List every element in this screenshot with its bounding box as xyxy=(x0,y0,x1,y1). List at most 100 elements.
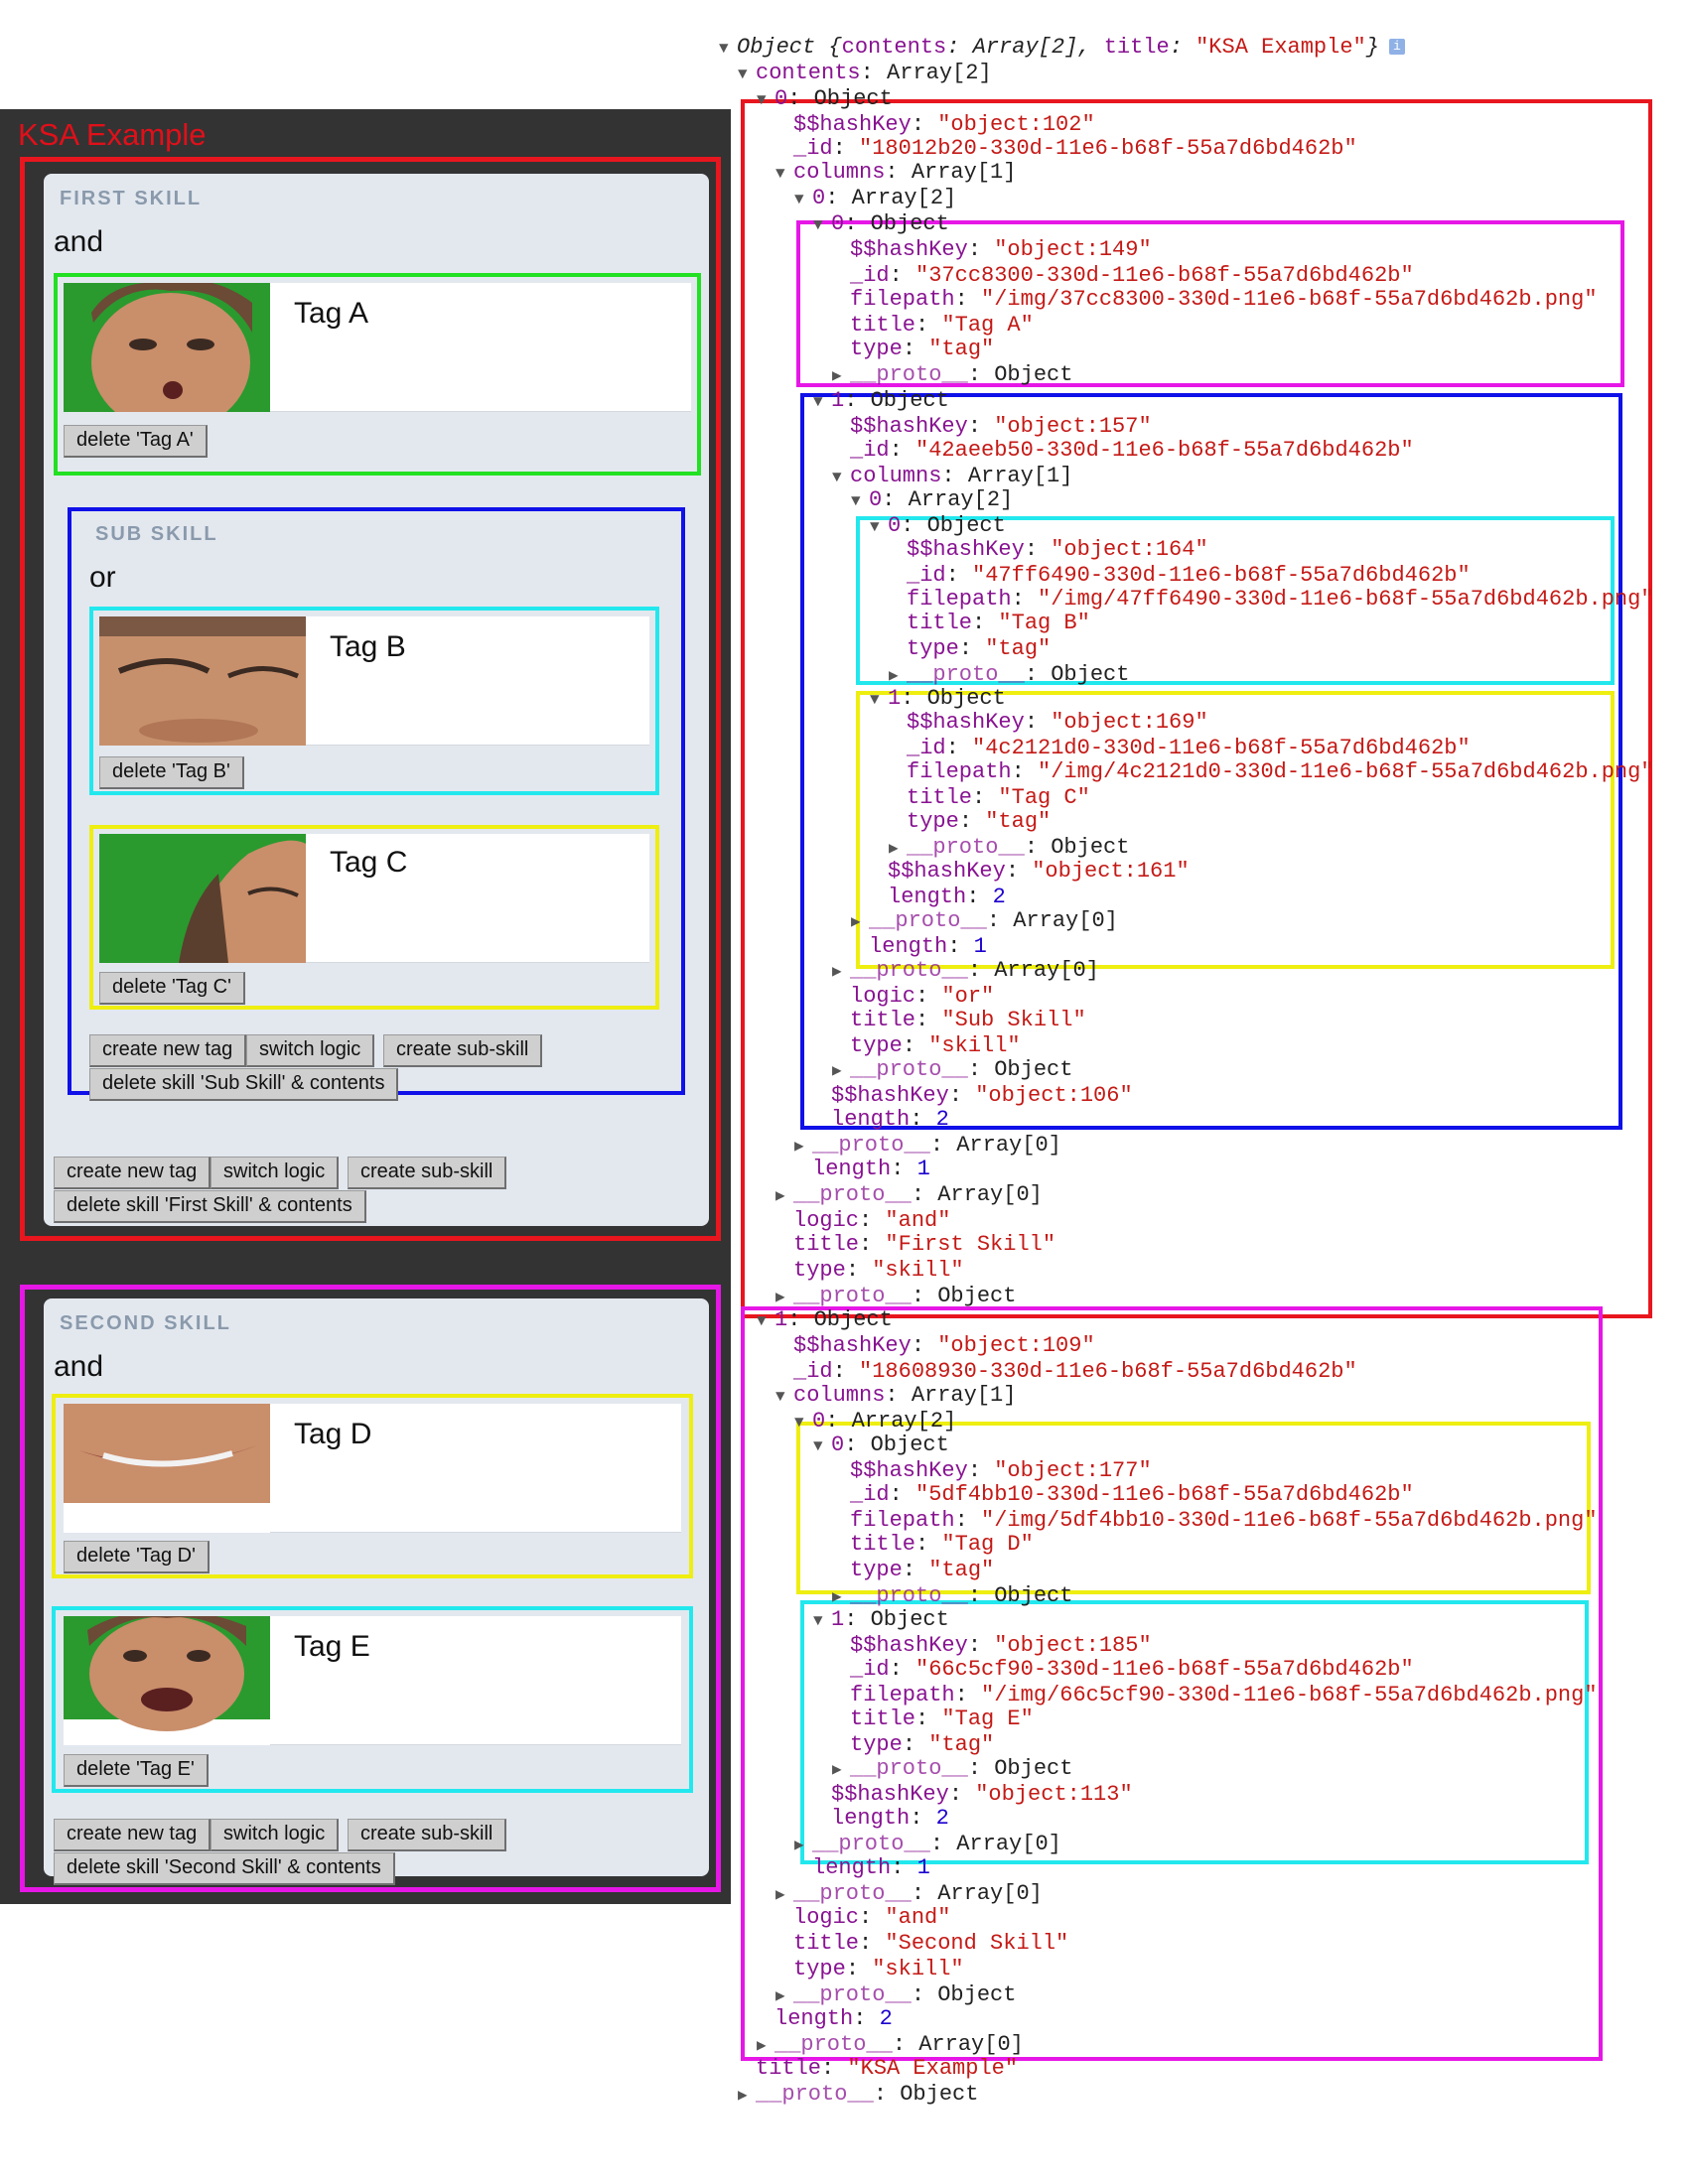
console-line[interactable]: ▶ __proto__: Array[0] xyxy=(775,1881,1043,1908)
second-skill-object[interactable]: ▼ 1: Object xyxy=(757,1307,893,1334)
console-line: $$hashKey: "object:106" xyxy=(813,1083,1133,1109)
first-skill-object[interactable]: ▼ 0: Object xyxy=(757,86,893,113)
console-line[interactable]: ▶ __proto__: Array[0] xyxy=(757,2032,1024,2059)
info-icon[interactable]: i xyxy=(1388,39,1405,56)
console-line[interactable]: ▼ columns: Array[1] xyxy=(775,160,1016,187)
console-line[interactable]: ▶ __proto__: Object xyxy=(889,662,1129,689)
console-token: : xyxy=(845,1957,873,1981)
console-line[interactable]: ▶ __proto__: Array[0] xyxy=(851,908,1118,935)
console-line[interactable]: ▼ 0: Array[2] xyxy=(794,1409,956,1435)
console-token: : xyxy=(948,1782,976,1807)
expanded-triangle-icon[interactable]: ▼ xyxy=(813,1608,831,1634)
console-token: 2 xyxy=(992,885,1006,909)
tag-e-card: Tag E xyxy=(64,1616,681,1745)
console-line[interactable]: ▼ columns: Array[1] xyxy=(775,1383,1016,1410)
console-line[interactable]: ▼ 0: Object xyxy=(813,1433,949,1459)
console-line[interactable]: ▶ __proto__: Array[0] xyxy=(775,1182,1043,1209)
collapsed-triangle-icon[interactable]: ▶ xyxy=(832,363,850,389)
collapsed-triangle-icon[interactable]: ▶ xyxy=(832,959,850,985)
second-skill-switch-logic-button[interactable]: switch logic xyxy=(211,1819,340,1851)
console-line[interactable]: ▼ 1: Object xyxy=(870,686,1006,713)
collapsed-triangle-icon[interactable]: ▶ xyxy=(738,2083,756,2109)
console-token: length xyxy=(831,1107,911,1132)
console-token: "18608930-330d-11e6-b68f-55a7d6bd462b" xyxy=(859,1359,1357,1384)
console-root-header[interactable]: ▼ Object {contents: Array[2], title: "KSA… xyxy=(719,35,1405,62)
console-line: title: "Tag A" xyxy=(832,313,1034,339)
delete-sub-skill-button[interactable]: delete skill 'Sub Skill' & contents xyxy=(89,1068,399,1101)
expanded-triangle-icon[interactable]: ▼ xyxy=(832,465,850,490)
sub-skill-switch-logic-button[interactable]: switch logic xyxy=(246,1034,375,1067)
contents-array[interactable]: ▼ contents: Array[2] xyxy=(738,61,992,87)
console-line[interactable]: ▶ __proto__: Array[0] xyxy=(832,958,1099,985)
console-line[interactable]: ▶ __proto__: Object xyxy=(775,1284,1016,1310)
first-skill-create-tag-button[interactable]: create new tag xyxy=(54,1157,211,1189)
console-line[interactable]: ▶ __proto__: Object xyxy=(832,1756,1072,1783)
console-line[interactable]: ▼ 0: Object xyxy=(870,513,1006,540)
delete-first-skill-button[interactable]: delete skill 'First Skill' & contents xyxy=(54,1190,366,1223)
console-line[interactable]: ▼ 0: Array[2] xyxy=(851,487,1013,514)
console-token: $$hashKey xyxy=(850,237,968,262)
sub-skill-create-tag-button[interactable]: create new tag xyxy=(89,1034,247,1067)
delete-tag-b-button[interactable]: delete 'Tag B' xyxy=(99,756,244,789)
console-line[interactable]: ▶ __proto__: Object xyxy=(889,835,1129,862)
console-line[interactable]: ▼ columns: Array[1] xyxy=(832,464,1072,490)
expanded-triangle-icon[interactable]: ▼ xyxy=(813,389,831,415)
delete-tag-c-button[interactable]: delete 'Tag C' xyxy=(99,972,245,1005)
first-skill-switch-logic-button[interactable]: switch logic xyxy=(211,1157,340,1189)
console-line[interactable]: ▶ __proto__: Object xyxy=(832,1057,1072,1084)
second-skill-create-sub-skill-button[interactable]: create sub-skill xyxy=(348,1819,507,1851)
expanded-triangle-icon[interactable]: ▼ xyxy=(757,87,774,113)
expanded-triangle-icon[interactable]: ▼ xyxy=(775,161,793,187)
expanded-triangle-icon[interactable]: ▼ xyxy=(813,1433,831,1459)
expanded-triangle-icon[interactable]: ▼ xyxy=(794,187,812,212)
expanded-triangle-icon[interactable]: ▼ xyxy=(870,687,888,713)
sub-skill-create-sub-skill-button[interactable]: create sub-skill xyxy=(383,1034,543,1067)
skill-logic-label: and xyxy=(54,225,104,258)
collapsed-triangle-icon[interactable]: ▶ xyxy=(832,1757,850,1783)
expanded-triangle-icon[interactable]: ▼ xyxy=(775,1384,793,1410)
console-line[interactable]: ▶ __proto__: Array[0] xyxy=(794,1133,1061,1160)
delete-tag-d-button[interactable]: delete 'Tag D' xyxy=(64,1541,210,1573)
console-token: "tag" xyxy=(928,337,995,361)
console-token: "37cc8300-330d-11e6-b68f-55a7d6bd462b" xyxy=(915,263,1414,288)
console-line: type: "skill" xyxy=(775,1258,964,1284)
console-token: : xyxy=(967,1633,995,1658)
console-line: title: "Tag E" xyxy=(832,1706,1034,1732)
console-line[interactable]: ▶ __proto__: Object xyxy=(832,362,1072,389)
console-line[interactable]: ▼ 1: Object xyxy=(813,1607,949,1634)
console-line[interactable]: ▼ 0: Object xyxy=(813,211,949,238)
expanded-triangle-icon[interactable]: ▼ xyxy=(757,1308,774,1334)
collapsed-triangle-icon[interactable]: ▶ xyxy=(775,1183,793,1209)
console-line: _id: "42aeeb50-330d-11e6-b68f-55a7d6bd46… xyxy=(832,438,1414,464)
console-line[interactable]: ▶ __proto__: Object xyxy=(738,2082,978,2109)
console-line[interactable]: ▶ __proto__: Object xyxy=(832,1583,1072,1610)
second-skill-create-tag-button[interactable]: create new tag xyxy=(54,1819,211,1851)
console-token: : xyxy=(945,736,973,760)
expanded-triangle-icon[interactable]: ▼ xyxy=(813,212,831,238)
console-line[interactable]: ▼ 1: Object xyxy=(813,388,949,415)
collapsed-triangle-icon[interactable]: ▶ xyxy=(832,1058,850,1084)
expanded-triangle-icon[interactable]: ▼ xyxy=(738,62,756,87)
console-token: title xyxy=(1103,35,1170,60)
console-token: _id xyxy=(793,1359,833,1384)
console-line[interactable]: ▶ __proto__: Array[0] xyxy=(794,1832,1061,1858)
console-token: : xyxy=(832,136,860,161)
expanded-triangle-icon[interactable]: ▼ xyxy=(851,488,869,514)
expanded-triangle-icon[interactable]: ▼ xyxy=(719,36,737,62)
delete-tag-a-button[interactable]: delete 'Tag A' xyxy=(64,425,208,458)
first-skill-create-sub-skill-button[interactable]: create sub-skill xyxy=(348,1157,507,1189)
console-token: : xyxy=(832,1359,860,1384)
delete-second-skill-button[interactable]: delete skill 'Second Skill' & contents xyxy=(54,1852,395,1885)
console-token: _id xyxy=(850,1482,890,1507)
console-line: type: "skill" xyxy=(832,1033,1021,1059)
console-token: filepath xyxy=(907,759,1012,784)
expanded-triangle-icon[interactable]: ▼ xyxy=(870,514,888,540)
console-line: filepath: "/img/4c2121d0-330d-11e6-b68f-… xyxy=(889,759,1654,785)
console-token: : Array[2] xyxy=(860,61,992,85)
console-line[interactable]: ▶ __proto__: Object xyxy=(775,1982,1016,2009)
collapsed-triangle-icon[interactable]: ▶ xyxy=(851,909,869,935)
expanded-triangle-icon[interactable]: ▼ xyxy=(794,1410,812,1435)
console-line: logic: "and" xyxy=(775,1208,950,1234)
console-line[interactable]: ▼ 0: Array[2] xyxy=(794,186,956,212)
delete-tag-e-button[interactable]: delete 'Tag E' xyxy=(64,1754,209,1787)
